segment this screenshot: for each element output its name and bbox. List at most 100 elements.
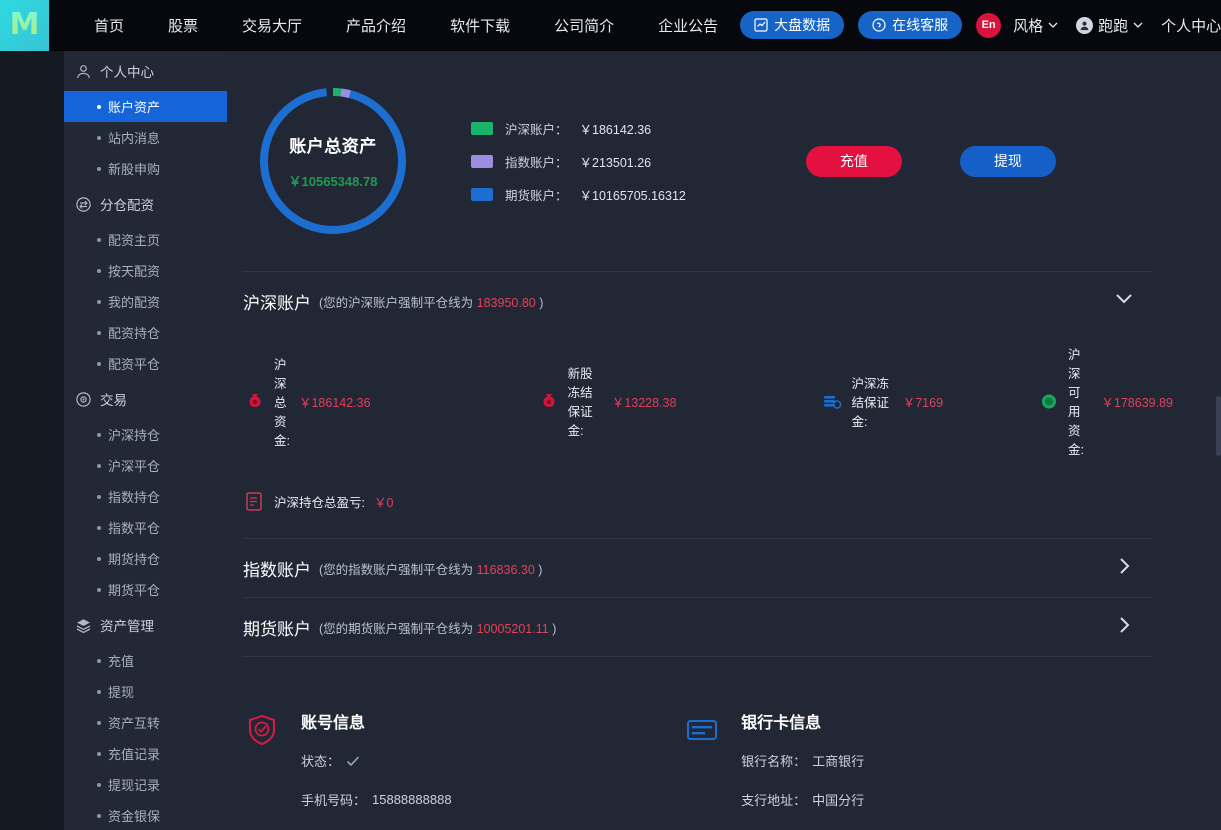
info-line: 支行地址： 中国分行 (741, 790, 912, 809)
sidebar-item-资金银保[interactable]: 资金银保 (64, 800, 227, 830)
sidebar-group-分仓配资[interactable]: 分仓配资 (64, 184, 227, 224)
bullet-icon (97, 689, 101, 694)
sidebar-item-指数持仓[interactable]: 指数持仓 (64, 481, 227, 512)
bullet-icon (97, 361, 101, 366)
shield-check-icon (249, 714, 275, 746)
sidebar-item-label: 站内消息 (108, 131, 161, 146)
total-assets-donut-chart: 账户总资产 ￥10565348.78 (253, 81, 413, 241)
nav-item-1[interactable]: 首页 (72, 15, 146, 36)
sidebar-item-配资主页[interactable]: 配资主页 (64, 224, 227, 255)
bullet-icon (97, 299, 101, 304)
sidebar-item-新股申购[interactable]: 新股申购 (64, 153, 227, 184)
sidebar-item-label: 账户资产 (108, 100, 161, 115)
sidebar-group-资产管理[interactable]: 资产管理 (64, 605, 227, 645)
info-line-value: 15888888888 (372, 792, 452, 807)
sidebar-item-资产互转[interactable]: 资产互转 (64, 707, 227, 738)
available-funds-icon (1042, 394, 1057, 409)
nav-item-7[interactable]: 企业公告 (636, 15, 740, 36)
avatar (1076, 16, 1094, 34)
note-prefix: (您的期货账户强制平仓线为 (319, 621, 477, 636)
account-section-header-期货账户[interactable]: 期货账户 (您的期货账户强制平仓线为 10005201.11 ) (237, 598, 1173, 656)
sidebar-item-我的配资[interactable]: 我的配资 (64, 286, 227, 317)
chevron-right-icon[interactable] (1115, 616, 1133, 639)
nav-item-3[interactable]: 交易大厅 (220, 15, 324, 36)
main-scrollbar-thumb[interactable] (1216, 396, 1221, 456)
sidebar-item-账户资产[interactable]: 账户资产 (64, 91, 227, 122)
personal-center-link[interactable]: 个人中心 (1161, 15, 1221, 36)
legend-row: 指数账户： ￥213501.26 (471, 152, 686, 171)
nav-item-2[interactable]: 股票 (146, 15, 220, 36)
account-stats-row: 沪深总资金: ￥186142.36 新股冻结保证金: ￥13228.38 沪深冻结保证金… (237, 330, 1173, 468)
info-line: 手机号码： 15888888888 (301, 790, 489, 809)
app-logo[interactable]: M (0, 0, 49, 51)
total-assets-title: 账户总资产 (289, 137, 377, 156)
accounts-list: 沪深账户 (您的沪深账户强制平仓线为 183950.80 ) 沪深总资金: ￥1861… (237, 272, 1173, 657)
sidebar-item-label: 新股申购 (108, 162, 161, 177)
bullet-icon (97, 135, 101, 140)
sidebar-item-label: 沪深平仓 (108, 459, 161, 474)
sidebar-item-配资平仓[interactable]: 配资平仓 (64, 348, 227, 379)
sidebar-item-充值[interactable]: 充值 (64, 645, 227, 676)
info-line-label: 银行名称： (741, 754, 807, 769)
account-section-header-指数账户[interactable]: 指数账户 (您的指数账户强制平仓线为 116836.30 ) (237, 539, 1173, 597)
info-line: 银行名称： 工商银行 (741, 751, 912, 770)
sidebar-item-沪深平仓[interactable]: 沪深平仓 (64, 450, 227, 481)
account-profit-row: 沪深持仓总盈亏: ￥0 (237, 468, 1173, 538)
market-data-icon (754, 18, 768, 32)
sidebar-group-个人中心[interactable]: 个人中心 (64, 51, 227, 91)
stat-新股冻结保证金: 新股冻结保证金: ￥13228.38 (539, 363, 676, 439)
note-prefix: (您的沪深账户强制平仓线为 (319, 295, 477, 310)
language-label: En (981, 19, 996, 31)
sidebar-item-提现[interactable]: 提现 (64, 676, 227, 707)
sidebar-item-沪深持仓[interactable]: 沪深持仓 (64, 419, 227, 450)
sidebar-item-期货持仓[interactable]: 期货持仓 (64, 543, 227, 574)
language-toggle[interactable]: En (976, 12, 1002, 38)
legend-value: ￥213501.26 (579, 155, 652, 170)
sidebar-item-期货平仓[interactable]: 期货平仓 (64, 574, 227, 605)
sidebar-group-label: 交易 (100, 393, 127, 408)
online-service-button[interactable]: 在线客服 (858, 11, 963, 39)
sidebar-item-按天配资[interactable]: 按天配资 (64, 255, 227, 286)
account-section-header-沪深账户[interactable]: 沪深账户 (您的沪深账户强制平仓线为 183950.80 ) (237, 272, 1173, 330)
nav-item-4[interactable]: 产品介绍 (324, 15, 428, 36)
bullet-icon (97, 658, 101, 663)
sidebar-item-站内消息[interactable]: 站内消息 (64, 122, 227, 153)
nav-item-5[interactable]: 软件下载 (428, 15, 532, 36)
stat-label: 沪深总资金: (274, 357, 290, 448)
chevron-right-icon[interactable] (1115, 557, 1133, 580)
sidebar-group-交易[interactable]: 交易 (64, 379, 227, 419)
stat-value: ￥178639.89 (1101, 395, 1173, 410)
legend-label: 期货账户： (505, 188, 568, 203)
bullet-icon (97, 494, 101, 499)
sidebar-group-label: 个人中心 (100, 65, 154, 80)
info-line-value: 中国分行 (812, 793, 865, 808)
sidebar-item-label: 我的配资 (108, 295, 161, 310)
sidebar-item-指数平仓[interactable]: 指数平仓 (64, 512, 227, 543)
account-info-title: 账号信息 (301, 715, 366, 732)
sidebar-item-配资持仓[interactable]: 配资持仓 (64, 317, 227, 348)
sidebar-item-label: 期货持仓 (108, 552, 161, 567)
style-menu[interactable]: 风格 (1013, 15, 1058, 36)
donut-legend: 沪深账户： ￥186142.36 指数账户： ￥213501.26 期货账户： ￥1016… (471, 119, 686, 204)
legend-row: 沪深账户： ￥186142.36 (471, 119, 686, 138)
sidebar-item-充值记录[interactable]: 充值记录 (64, 738, 227, 769)
withdraw-button[interactable]: 提现 (959, 145, 1056, 177)
stat-value: ￥186142.36 (298, 395, 371, 410)
stat-label: 新股冻结保证金: (567, 367, 593, 438)
bullet-icon (97, 268, 101, 273)
sidebar-item-label: 充值 (108, 654, 135, 669)
frozen-funds-icon (824, 396, 842, 409)
recharge-button[interactable]: 充值 (805, 145, 902, 177)
user-menu[interactable]: 跑跑 (1076, 15, 1143, 36)
bullet-icon (97, 813, 101, 818)
market-data-button[interactable]: 大盘数据 (740, 11, 845, 39)
chevron-down-icon[interactable] (1115, 290, 1133, 313)
account-title: 沪深账户 (243, 293, 311, 313)
asset-action-buttons: 充值 提现 (805, 145, 1056, 177)
sidebar-item-label: 期货平仓 (108, 583, 161, 598)
donut-center-labels: 账户总资产 ￥10565348.78 (253, 81, 413, 241)
account-info-body: 账号信息 状态： 手机号码：15888888888真实姓名：跑跑身份证：2156… (301, 709, 489, 830)
sidebar-item-提现记录[interactable]: 提现记录 (64, 769, 227, 800)
bank-info-body: 银行卡信息 银行名称：工商银行支行地址：中国分行银行卡号：11131123111… (741, 709, 912, 830)
nav-item-6[interactable]: 公司简介 (532, 15, 636, 36)
